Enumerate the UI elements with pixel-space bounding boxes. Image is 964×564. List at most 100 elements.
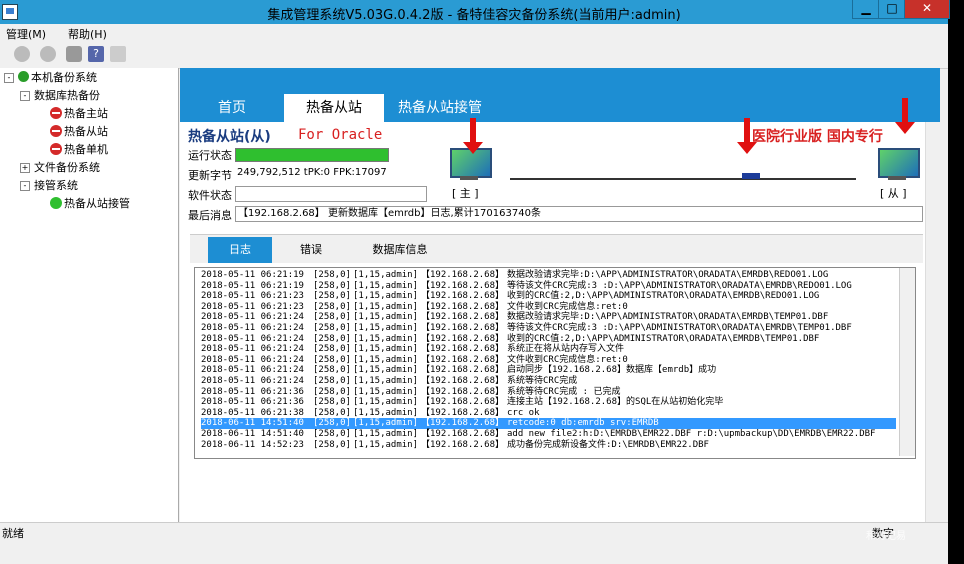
tree-item-slave[interactable]: 热备从站 [50, 124, 108, 140]
log-scrollbar[interactable] [899, 268, 915, 456]
close-button[interactable]: ✕ [904, 0, 950, 19]
log-cell: 2018-05-11 06:21:36 [201, 386, 304, 397]
log-row[interactable]: 2018-05-11 06:21:38 [258,0] [1,15,admin] 【1… [201, 408, 896, 419]
log-cell: [1,15,admin] [353, 407, 419, 418]
collapse-icon[interactable]: - [20, 181, 30, 191]
panel-scrollbar[interactable] [925, 122, 941, 522]
log-cell: 2018-05-11 06:21:24 [201, 365, 304, 376]
log-cell: 系统正在将从站内存写入文件 [507, 344, 625, 355]
log-row[interactable]: 2018-05-11 06:21:24 [258,0] [1,15,admin] 【1… [201, 312, 896, 323]
panel-subtitle: For Oracle [298, 127, 383, 143]
log-cell: [1,15,admin] [353, 291, 419, 302]
menu-manage[interactable]: 管理(M) [6, 26, 46, 42]
log-cell: [258,0] [313, 301, 351, 312]
log-cell: 等待该文件CRC完成:3 :D:\APP\ADMINISTRATOR\ORADA… [507, 322, 852, 333]
expand-icon[interactable]: + [20, 163, 30, 173]
log-row[interactable]: 2018-05-11 06:21:24 [258,0] [1,15,admin] 【1… [201, 323, 896, 334]
log-row[interactable]: 2018-05-11 06:21:24 [258,0] [1,15,admin] 【1… [201, 344, 896, 355]
log-list[interactable]: 2018-05-11 06:21:19 [258,0] [1,15,admin] 【1… [194, 267, 916, 459]
log-row[interactable]: 2018-05-11 06:21:24 [258,0] [1,15,admin] 【1… [201, 355, 896, 366]
title-bar[interactable]: 集成管理系统V5.03G.0.4.2版 - 备特佳容灾备份系统(当前用户:adm… [0, 0, 950, 24]
log-cell: 【192.168.2.68】 [421, 428, 505, 439]
slave-monitor-icon [874, 148, 920, 182]
log-row[interactable]: 2018-05-11 06:21:19 [258,0] [1,15,admin] 【1… [201, 270, 896, 281]
log-cell: 等待该文件CRC完成:3 :D:\APP\ADMINISTRATOR\ORADA… [507, 280, 852, 291]
log-cell: 2018-05-11 06:21:24 [201, 312, 304, 323]
log-cell: 【192.168.2.68】 [421, 291, 505, 302]
subtab-errors[interactable]: 错误 [286, 237, 336, 263]
log-cell: [258,0] [313, 418, 351, 429]
tree-item-takeover[interactable]: 热备从站接管 [50, 196, 130, 212]
forward-icon[interactable] [40, 46, 56, 62]
log-row[interactable]: 2018-05-11 06:21:24 [258,0] [1,15,admin] 【1… [201, 376, 896, 387]
run-status-progress [235, 148, 389, 162]
log-cell: 2018-05-11 06:21:36 [201, 397, 304, 408]
log-cell: [258,0] [313, 291, 351, 302]
log-cell: 收到的CRC值:2,D:\APP\ADMINISTRATOR\ORADATA\E… [507, 333, 820, 344]
log-cell: [258,0] [313, 344, 351, 355]
log-row[interactable]: 2018-05-11 06:21:24 [258,0] [1,15,admin] 【1… [201, 365, 896, 376]
log-row[interactable]: 2018-05-11 06:21:36 [258,0] [1,15,admin] 【1… [201, 387, 896, 398]
log-cell: [258,0] [313, 407, 351, 418]
tab-slave[interactable]: 热备从站 [284, 94, 384, 122]
tree-item-standalone[interactable]: 热备单机 [50, 142, 108, 158]
software-status-label: 软件状态 [188, 189, 232, 202]
play-icon [18, 71, 29, 82]
stopped-icon [50, 107, 62, 119]
log-cell: 数据改验请求完毕:D:\APP\ADMINISTRATOR\ORADATA\EM… [507, 270, 829, 280]
log-cell: 【192.168.2.68】 [421, 354, 505, 365]
log-cell: 【192.168.2.68】 [421, 365, 505, 376]
menu-help[interactable]: 帮助(H) [68, 26, 107, 42]
tab-slave-takeover[interactable]: 热备从站接管 [388, 94, 492, 122]
delete-icon[interactable] [110, 46, 126, 62]
log-row[interactable]: 2018-06-11 14:52:23 [258,0] [1,15,admin] 【1… [201, 440, 896, 451]
panel-title: 热备从站(从) [188, 129, 271, 145]
log-cell: 【192.168.2.68】 [421, 322, 505, 333]
log-cell: [258,0] [313, 312, 351, 323]
log-cell: [258,0] [313, 322, 351, 333]
log-cell: [1,15,admin] [353, 270, 419, 280]
collapse-icon[interactable]: - [4, 73, 14, 83]
stopped-icon [50, 143, 62, 155]
log-row[interactable]: 2018-05-11 06:21:23 [258,0] [1,15,admin] 【1… [201, 291, 896, 302]
tab-home[interactable]: 首页 [192, 94, 272, 122]
sync-link-line [510, 178, 856, 180]
back-icon[interactable] [14, 46, 30, 62]
log-cell: [258,0] [313, 386, 351, 397]
subtab-db-info[interactable]: 数据库信息 [350, 237, 450, 263]
collapse-icon[interactable]: - [20, 91, 30, 101]
tree-item-master[interactable]: 热备主站 [50, 106, 108, 122]
log-cell: 【192.168.2.68】 [421, 407, 505, 418]
gear-icon[interactable] [66, 46, 82, 62]
log-row[interactable]: 2018-06-11 14:51:40 [258,0] [1,15,admin] 【1… [201, 429, 896, 440]
log-cell: 【192.168.2.68】 [421, 280, 505, 291]
help-icon[interactable]: ? [88, 46, 104, 62]
slave-panel: 热备从站(从) For Oracle 医院行业版 国内专行 运行状态 更新字节 … [180, 98, 925, 522]
log-row[interactable]: 2018-05-11 06:21:19 [258,0] [1,15,admin] 【1… [201, 281, 896, 292]
bytes-label: 更新字节 [188, 169, 232, 182]
log-row[interactable]: 2018-05-11 06:21:23 [258,0] [1,15,admin] 【1… [201, 302, 896, 313]
log-cell: 【192.168.2.68】 [421, 397, 505, 408]
bytes-value: 249,792,512 tPK:0 FPK:170972 [235, 166, 387, 180]
log-cell: 2018-06-11 14:51:40 [201, 428, 304, 439]
log-row[interactable]: 2018-06-11 14:51:40 [258,0] [1,15,admin] 【1… [201, 418, 896, 429]
edition-text: 医院行业版 国内专行 [752, 129, 883, 145]
master-label: [ 主 ] [452, 187, 479, 200]
log-cell: 2018-05-11 06:21:19 [201, 270, 304, 280]
log-row[interactable]: 2018-05-11 06:21:24 [258,0] [1,15,admin] 【1… [201, 334, 896, 345]
log-cell: 系统等待CRC完成 : 已完成 [507, 386, 621, 397]
log-cell: 2018-05-11 06:21:23 [201, 301, 304, 312]
log-cell: crc ok [507, 407, 540, 418]
maximize-button[interactable]: □ [878, 0, 906, 19]
log-cell: [258,0] [313, 354, 351, 365]
tab-band: 首页 热备从站 热备从站接管 [180, 68, 940, 122]
log-cell: 2018-05-11 06:21:24 [201, 344, 304, 355]
subtab-log[interactable]: 日志 [208, 237, 272, 263]
minimize-button[interactable]: ▁ [852, 0, 880, 19]
software-status-value [235, 186, 427, 202]
log-cell: [1,15,admin] [353, 280, 419, 291]
run-status-label: 运行状态 [188, 149, 232, 162]
log-cell: add new file2:h:D:\EMRDB\EMR22.DBF r:D:\… [507, 428, 876, 439]
log-row[interactable]: 2018-05-11 06:21:36 [258,0] [1,15,admin] 【1… [201, 397, 896, 408]
log-cell: [258,0] [313, 428, 351, 439]
